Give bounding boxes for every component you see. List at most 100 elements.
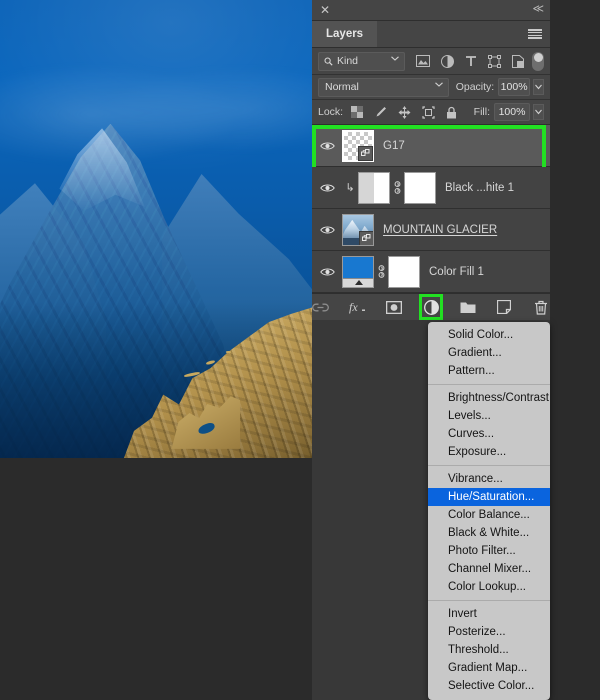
layer-name[interactable]: Color Fill 1 — [429, 266, 484, 278]
opacity-input[interactable]: 100% — [498, 78, 530, 96]
delete-layer-button[interactable] — [532, 297, 550, 317]
menu-item-solid-color[interactable]: Solid Color... — [428, 326, 550, 344]
lock-label: Lock: — [318, 106, 344, 118]
menu-item-color-balance[interactable]: Color Balance... — [428, 506, 550, 524]
menu-group: Vibrance... Hue/Saturation... Color Bala… — [428, 470, 550, 596]
menu-item-channel-mixer[interactable]: Channel Mixer... — [428, 560, 550, 578]
close-icon[interactable]: ✕ — [319, 4, 331, 16]
filter-smartobject-icon[interactable] — [512, 54, 525, 68]
lock-position-icon[interactable] — [398, 105, 411, 119]
canvas-clouds — [0, 64, 312, 165]
fill-thumbnail-slider — [343, 277, 373, 287]
document-canvas[interactable] — [0, 0, 312, 458]
filter-kind-label: Kind — [337, 55, 359, 67]
tab-layers[interactable]: Layers — [312, 21, 378, 47]
lock-artboard-nesting-icon[interactable] — [422, 105, 435, 119]
tab-layers-label: Layers — [326, 28, 364, 40]
blend-mode-value: Normal — [325, 81, 359, 93]
menu-item-black-and-white[interactable]: Black & White... — [428, 524, 550, 542]
smart-object-badge-icon — [358, 145, 373, 161]
table-row[interactable]: MOUNTAIN GLACIER — [312, 209, 550, 251]
menu-item-pattern[interactable]: Pattern... — [428, 362, 550, 380]
layers-panel-button-bar: fx — [312, 293, 550, 320]
hamburger-menu-icon[interactable] — [528, 29, 542, 39]
blend-mode-bar: Normal Opacity: 100% — [312, 75, 550, 100]
menu-item-selective-color[interactable]: Selective Color... — [428, 677, 550, 695]
collapse-double-chevron-icon[interactable]: ≪ — [532, 3, 543, 16]
filter-adjustment-icon[interactable] — [441, 54, 455, 68]
new-adjustment-layer-context-menu[interactable]: Solid Color... Gradient... Pattern... Br… — [428, 322, 550, 700]
menu-group: Invert Posterize... Threshold... Gradien… — [428, 605, 550, 695]
chevron-down-icon — [391, 55, 400, 61]
lock-all-icon[interactable] — [446, 106, 457, 119]
layer-style-button[interactable]: fx — [349, 297, 367, 317]
menu-item-gradient-map[interactable]: Gradient Map... — [428, 659, 550, 677]
table-row[interactable]: G17 — [312, 125, 550, 171]
layer-name[interactable]: MOUNTAIN GLACIER — [383, 224, 497, 236]
layer-mask-thumbnail[interactable] — [404, 171, 436, 204]
fill-value: 100% — [498, 106, 526, 118]
layer-thumbnail[interactable] — [342, 129, 374, 162]
menu-item-curves[interactable]: Curves... — [428, 425, 550, 443]
lock-image-pixels-icon[interactable] — [374, 106, 387, 119]
fill-input[interactable]: 100% — [494, 103, 530, 121]
lock-bar: Lock: Fill: 100% — [312, 100, 550, 125]
link-layers-button[interactable] — [312, 297, 330, 317]
chevron-down-icon — [434, 81, 443, 87]
menu-item-invert[interactable]: Invert — [428, 605, 550, 623]
layer-list: G17 ↳ Black ...hite 1 MOUNTAIN GLACIER C… — [312, 125, 550, 293]
layer-visibility-eye-icon[interactable] — [312, 267, 342, 277]
menu-group: Solid Color... Gradient... Pattern... — [428, 326, 550, 380]
blend-mode-select[interactable]: Normal — [318, 77, 449, 97]
opacity-value: 100% — [500, 81, 528, 93]
menu-item-vibrance[interactable]: Vibrance... — [428, 470, 550, 488]
clipping-mask-arrow-icon: ↳ — [345, 182, 355, 194]
layer-filter-bar: Kind — [312, 48, 550, 75]
mask-link-icon[interactable] — [390, 181, 404, 194]
menu-item-posterize[interactable]: Posterize... — [428, 623, 550, 641]
filter-shape-icon[interactable] — [488, 54, 502, 68]
mask-link-icon[interactable] — [374, 265, 388, 278]
table-row[interactable]: ↳ Black ...hite 1 — [312, 167, 550, 209]
filter-kind-select[interactable]: Kind — [318, 51, 406, 71]
fill-layer-thumbnail[interactable] — [342, 255, 374, 288]
opacity-chevron-down-icon[interactable] — [533, 79, 544, 95]
canvas-gold-fleck — [225, 350, 231, 353]
smart-object-badge-icon — [359, 230, 373, 245]
menu-item-color-lookup[interactable]: Color Lookup... — [428, 578, 550, 596]
menu-item-gradient[interactable]: Gradient... — [428, 344, 550, 362]
panel-title-bar: ✕ ≪ — [312, 0, 550, 21]
adjustment-layer-thumbnail[interactable] — [358, 171, 390, 204]
layer-name[interactable]: G17 — [383, 140, 405, 152]
photoshop-window: ✕ ≪ Layers Kind Normal Opacity: 100% Loc… — [0, 0, 600, 700]
table-row[interactable]: Color Fill 1 — [312, 251, 550, 293]
layer-visibility-eye-icon[interactable] — [312, 225, 342, 235]
layer-visibility-eye-icon[interactable] — [312, 141, 342, 151]
add-layer-mask-button[interactable] — [385, 297, 403, 317]
new-layer-button[interactable] — [496, 297, 514, 317]
menu-item-threshold[interactable]: Threshold... — [428, 641, 550, 659]
menu-group: Brightness/Contrast... Levels... Curves.… — [428, 389, 550, 461]
layer-thumbnail[interactable] — [342, 213, 374, 246]
panel-tab-bar: Layers — [312, 21, 550, 48]
lock-transparent-pixels-icon[interactable] — [351, 106, 364, 118]
filter-type-icon[interactable] — [465, 55, 477, 67]
search-icon — [324, 57, 333, 66]
new-adjustment-layer-button[interactable] — [419, 294, 443, 320]
layer-visibility-eye-icon[interactable] — [312, 183, 342, 193]
filter-enable-toggle[interactable] — [532, 51, 544, 71]
layer-name[interactable]: Black ...hite 1 — [445, 182, 514, 194]
fill-label: Fill: — [473, 106, 490, 118]
menu-separator — [428, 465, 550, 466]
menu-item-hue-saturation[interactable]: Hue/Saturation... — [428, 488, 550, 506]
new-group-button[interactable] — [459, 297, 477, 317]
menu-item-brightness-contrast[interactable]: Brightness/Contrast... — [428, 389, 550, 407]
filter-pixel-icon[interactable] — [416, 55, 431, 67]
menu-item-levels[interactable]: Levels... — [428, 407, 550, 425]
layer-mask-thumbnail[interactable] — [388, 255, 420, 288]
menu-separator — [428, 600, 550, 601]
menu-item-photo-filter[interactable]: Photo Filter... — [428, 542, 550, 560]
menu-separator — [428, 384, 550, 385]
menu-item-exposure[interactable]: Exposure... — [428, 443, 550, 461]
fill-chevron-down-icon[interactable] — [533, 104, 544, 120]
